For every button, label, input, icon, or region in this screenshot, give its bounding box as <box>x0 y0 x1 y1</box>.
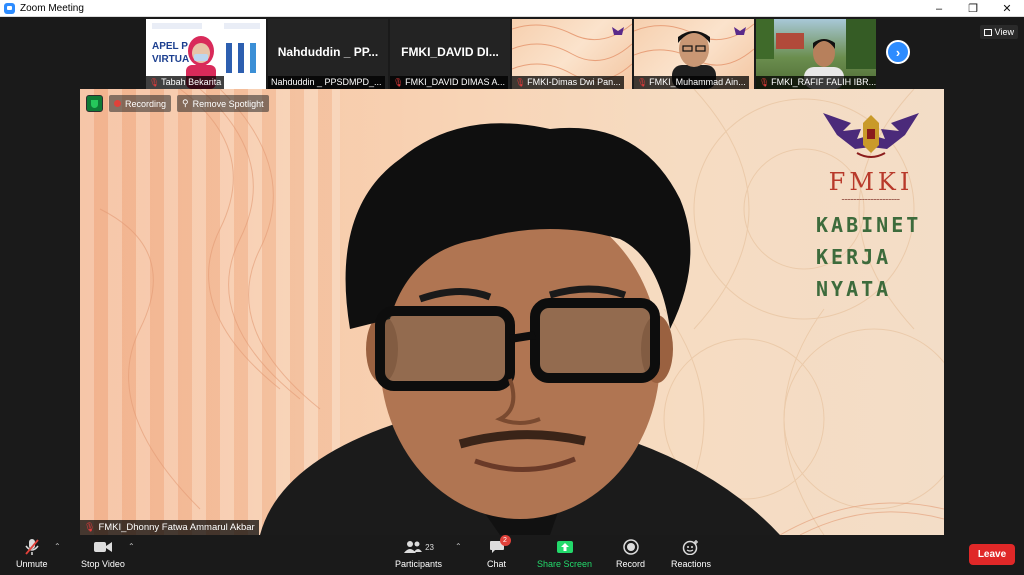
muted-microphone-icon <box>24 538 40 556</box>
participant-thumbnail[interactable]: APEL P VIRTUA 🎙︎ Tabah Bekarita <box>146 19 266 89</box>
zoom-app-icon <box>4 2 15 14</box>
participant-name: FMKI_RAFIF FALIH IBR... <box>771 77 876 87</box>
record-button[interactable]: Record <box>616 538 645 569</box>
muted-mic-icon: 🎙︎ <box>84 522 96 532</box>
participant-thumbnail[interactable]: 🎙︎ FMKI_Muhammad Ain... <box>634 19 754 89</box>
participant-display-name: FMKI_DAVID DI... <box>401 45 499 59</box>
participant-name: FMKI_Muhammad Ain... <box>649 77 746 87</box>
poster-text-line-1: APEL P <box>152 41 188 52</box>
audio-options-chevron-icon[interactable]: ⌃ <box>54 542 61 551</box>
poster-header <box>224 23 260 29</box>
poster-header <box>152 23 202 29</box>
participant-name-tag: 🎙︎ Tabah Bekarita <box>146 76 225 89</box>
meeting-area: APEL P VIRTUA 🎙︎ Tabah Bekarita Nahduddi… <box>0 17 1024 535</box>
participants-count: 23 <box>425 542 434 552</box>
mask <box>194 54 208 61</box>
title-bar: Zoom Meeting – ❐ ✕ <box>0 0 1024 17</box>
restore-button[interactable]: ❐ <box>956 0 990 17</box>
participant-name-tag: 🎙︎ FMKI-Dimas Dwi Pan... <box>512 76 624 89</box>
spotlight-video: Recording ⚲ Remove Spotlight FMKI ━━━━━━… <box>80 89 944 535</box>
smiley-reactions-icon <box>682 538 700 556</box>
participant-display-name: Nahduddin _ PP... <box>277 45 379 59</box>
share-screen-button[interactable]: Share Screen <box>537 538 592 569</box>
reactions-label: Reactions <box>671 559 712 569</box>
figure <box>250 43 256 73</box>
video-options-chevron-icon[interactable]: ⌃ <box>128 542 135 551</box>
minimize-button[interactable]: – <box>922 0 956 17</box>
tree <box>756 19 774 59</box>
mini-logo-icon <box>734 27 746 35</box>
chat-unread-badge: 2 <box>499 535 511 546</box>
participants-button[interactable]: 23 Participants <box>395 538 442 569</box>
participant-name-tag: 🎙︎ FMKI_DAVID DIMAS A... <box>390 76 509 89</box>
participants-options-chevron-icon[interactable]: ⌃ <box>455 542 462 551</box>
view-label: View <box>994 27 1014 37</box>
participant-name: Nahduddin _ PPSDMPD_... <box>271 77 382 87</box>
participants-icon: 23 <box>403 538 434 556</box>
participant-name: FMKI_DAVID DIMAS A... <box>405 77 506 87</box>
window-title: Zoom Meeting <box>20 2 84 14</box>
meeting-toolbar: Unmute ⌃ Stop Video ⌃ 23 Participants ⌃ <box>0 535 1024 575</box>
window-controls: – ❐ ✕ <box>922 0 1024 17</box>
record-label: Record <box>616 559 646 569</box>
close-button[interactable]: ✕ <box>990 0 1024 17</box>
next-page-arrow-icon[interactable]: › <box>886 40 910 64</box>
spotlight-name-tag: 🎙︎ FMKI_Dhonny Fatwa Ammarul Akbar <box>80 520 259 535</box>
leave-button[interactable]: Leave <box>969 544 1015 565</box>
muted-mic-icon: 🎙︎ <box>393 78 404 87</box>
participant-thumbnail[interactable]: Nahduddin _ PP... Nahduddin _ PPSDMPD_..… <box>268 19 388 89</box>
share-screen-label: Share Screen <box>537 559 593 569</box>
chat-bubble-icon: 2 <box>489 535 511 556</box>
chat-label: Chat <box>487 559 507 569</box>
video-camera-icon <box>93 538 113 556</box>
grid-view-icon <box>983 28 992 36</box>
muted-mic-icon: 🎙︎ <box>149 78 160 87</box>
speaker-video <box>260 123 780 535</box>
figure <box>238 43 244 73</box>
stop-video-label: Stop Video <box>81 559 125 569</box>
poster-text-line-2: VIRTUA <box>152 54 189 65</box>
record-icon <box>622 538 639 556</box>
unmute-button[interactable]: Unmute <box>16 538 48 569</box>
participant-name: FMKI-Dimas Dwi Pan... <box>527 77 621 87</box>
participant-name: Tabah Bekarita <box>161 77 222 87</box>
participants-label: Participants <box>395 559 443 569</box>
glasses-bridge <box>509 331 536 343</box>
view-button[interactable]: View <box>979 25 1018 39</box>
mini-logo-icon <box>612 27 624 35</box>
participant-name-tag: 🎙︎ FMKI_RAFIF FALIH IBR... <box>756 76 876 89</box>
share-screen-icon <box>556 538 574 556</box>
participant-thumbnail-strip: APEL P VIRTUA 🎙︎ Tabah Bekarita Nahduddi… <box>146 19 876 89</box>
leave-label: Leave <box>977 549 1007 560</box>
glasses-left-lens <box>375 306 515 391</box>
stop-video-button[interactable]: Stop Video <box>81 538 125 569</box>
spotlight-participant-name: FMKI_Dhonny Fatwa Ammarul Akbar <box>98 522 255 533</box>
glasses-right-lens <box>530 298 660 383</box>
participant-thumbnail[interactable]: FMKI_DAVID DI... 🎙︎ FMKI_DAVID DIMAS A..… <box>390 19 510 89</box>
muted-mic-icon: 🎙︎ <box>759 78 770 87</box>
participant-thumbnail[interactable]: 🎙︎ FMKI-Dimas Dwi Pan... <box>512 19 632 89</box>
participant-name-tag: Nahduddin _ PPSDMPD_... <box>268 76 385 89</box>
unmute-label: Unmute <box>16 559 48 569</box>
building <box>776 33 804 49</box>
figure <box>226 43 232 73</box>
muted-mic-icon: 🎙︎ <box>515 78 526 87</box>
muted-mic-icon: 🎙︎ <box>637 78 648 87</box>
participant-thumbnail[interactable]: 🎙︎ FMKI_RAFIF FALIH IBR... <box>756 19 876 89</box>
tree <box>846 19 876 69</box>
participant-name-tag: 🎙︎ FMKI_Muhammad Ain... <box>634 76 749 89</box>
reactions-button[interactable]: Reactions <box>671 538 711 569</box>
chat-button[interactable]: 2 Chat <box>487 535 511 569</box>
